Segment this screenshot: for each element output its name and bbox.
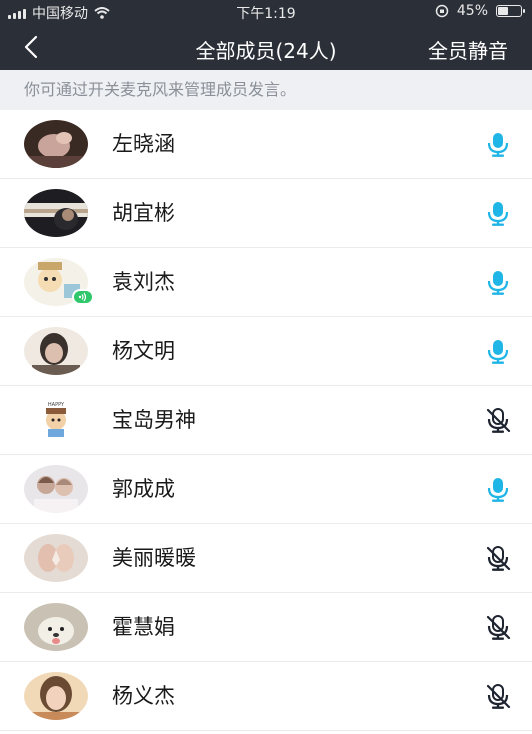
status-right: 45% bbox=[435, 3, 525, 19]
mute-all-button[interactable]: 全员静音 bbox=[428, 35, 508, 64]
heart-hands-photo bbox=[24, 534, 88, 582]
battery-fill bbox=[498, 7, 508, 15]
member-row[interactable]: 美丽暖暖 bbox=[0, 524, 532, 593]
member-name: 左晓涵 bbox=[112, 132, 175, 156]
member-name: 郭成成 bbox=[112, 477, 175, 501]
sticker-photo: HAPPY bbox=[24, 396, 88, 444]
member-row[interactable]: 郭成成 bbox=[0, 455, 532, 524]
microphone-muted-icon[interactable] bbox=[484, 544, 512, 572]
svg-text:HAPPY: HAPPY bbox=[48, 402, 65, 408]
member-name: 宝岛男神 bbox=[112, 408, 196, 432]
member-name: 杨义杰 bbox=[112, 684, 175, 708]
member-name: 美丽暖暖 bbox=[112, 546, 196, 570]
heart-hands-photo-avatar[interactable] bbox=[24, 534, 88, 582]
top-bar: 中国移动 下午1:19 45% 全部成员(24人) 全员静音 bbox=[0, 0, 532, 70]
sticker-photo-avatar[interactable]: HAPPY bbox=[24, 396, 88, 444]
speaking-indicator-icon bbox=[72, 289, 94, 305]
hands-photo bbox=[24, 120, 88, 168]
member-row[interactable]: 杨义杰 bbox=[0, 662, 532, 731]
microphone-on-icon[interactable] bbox=[484, 268, 512, 296]
window-photo-avatar[interactable] bbox=[24, 189, 88, 237]
microphone-on-icon[interactable] bbox=[484, 130, 512, 158]
member-list: 左晓涵 胡宜彬 袁刘杰 杨文明 HAPPY 宝岛男神 郭成成 美丽暖暖 霍慧娟 … bbox=[0, 110, 532, 731]
couple-photo-avatar[interactable] bbox=[24, 465, 88, 513]
member-row[interactable]: HAPPY 宝岛男神 bbox=[0, 386, 532, 455]
battery-icon bbox=[496, 5, 525, 17]
member-name: 杨文明 bbox=[112, 339, 175, 363]
dog-photo-avatar[interactable] bbox=[24, 603, 88, 651]
nav-bar: 全部成员(24人) 全员静音 bbox=[0, 24, 532, 70]
member-row[interactable]: 袁刘杰 bbox=[0, 248, 532, 317]
member-row[interactable]: 霍慧娟 bbox=[0, 593, 532, 662]
member-name: 胡宜彬 bbox=[112, 201, 175, 225]
member-row[interactable]: 左晓涵 bbox=[0, 110, 532, 179]
hands-photo-avatar[interactable] bbox=[24, 120, 88, 168]
hint-text: 你可通过开关麦克风来管理成员发言。 bbox=[0, 70, 532, 110]
microphone-muted-icon[interactable] bbox=[484, 613, 512, 641]
dog-photo bbox=[24, 603, 88, 651]
member-row[interactable]: 杨文明 bbox=[0, 317, 532, 386]
status-bar: 中国移动 下午1:19 45% bbox=[0, 0, 532, 24]
microphone-muted-icon[interactable] bbox=[484, 682, 512, 710]
portrait-photo-avatar[interactable] bbox=[24, 327, 88, 375]
member-name: 霍慧娟 bbox=[112, 615, 175, 639]
portrait-photo bbox=[24, 327, 88, 375]
couple-photo bbox=[24, 465, 88, 513]
window-photo bbox=[24, 189, 88, 237]
girl-photo-avatar[interactable] bbox=[24, 672, 88, 720]
battery-percent: 45% bbox=[456, 3, 488, 19]
girl-photo bbox=[24, 672, 88, 720]
member-name: 袁刘杰 bbox=[112, 270, 175, 294]
microphone-on-icon[interactable] bbox=[484, 475, 512, 503]
member-row[interactable]: 胡宜彬 bbox=[0, 179, 532, 248]
microphone-on-icon[interactable] bbox=[484, 337, 512, 365]
microphone-muted-icon[interactable] bbox=[484, 406, 512, 434]
microphone-on-icon[interactable] bbox=[484, 199, 512, 227]
orientation-lock-icon bbox=[435, 4, 449, 18]
